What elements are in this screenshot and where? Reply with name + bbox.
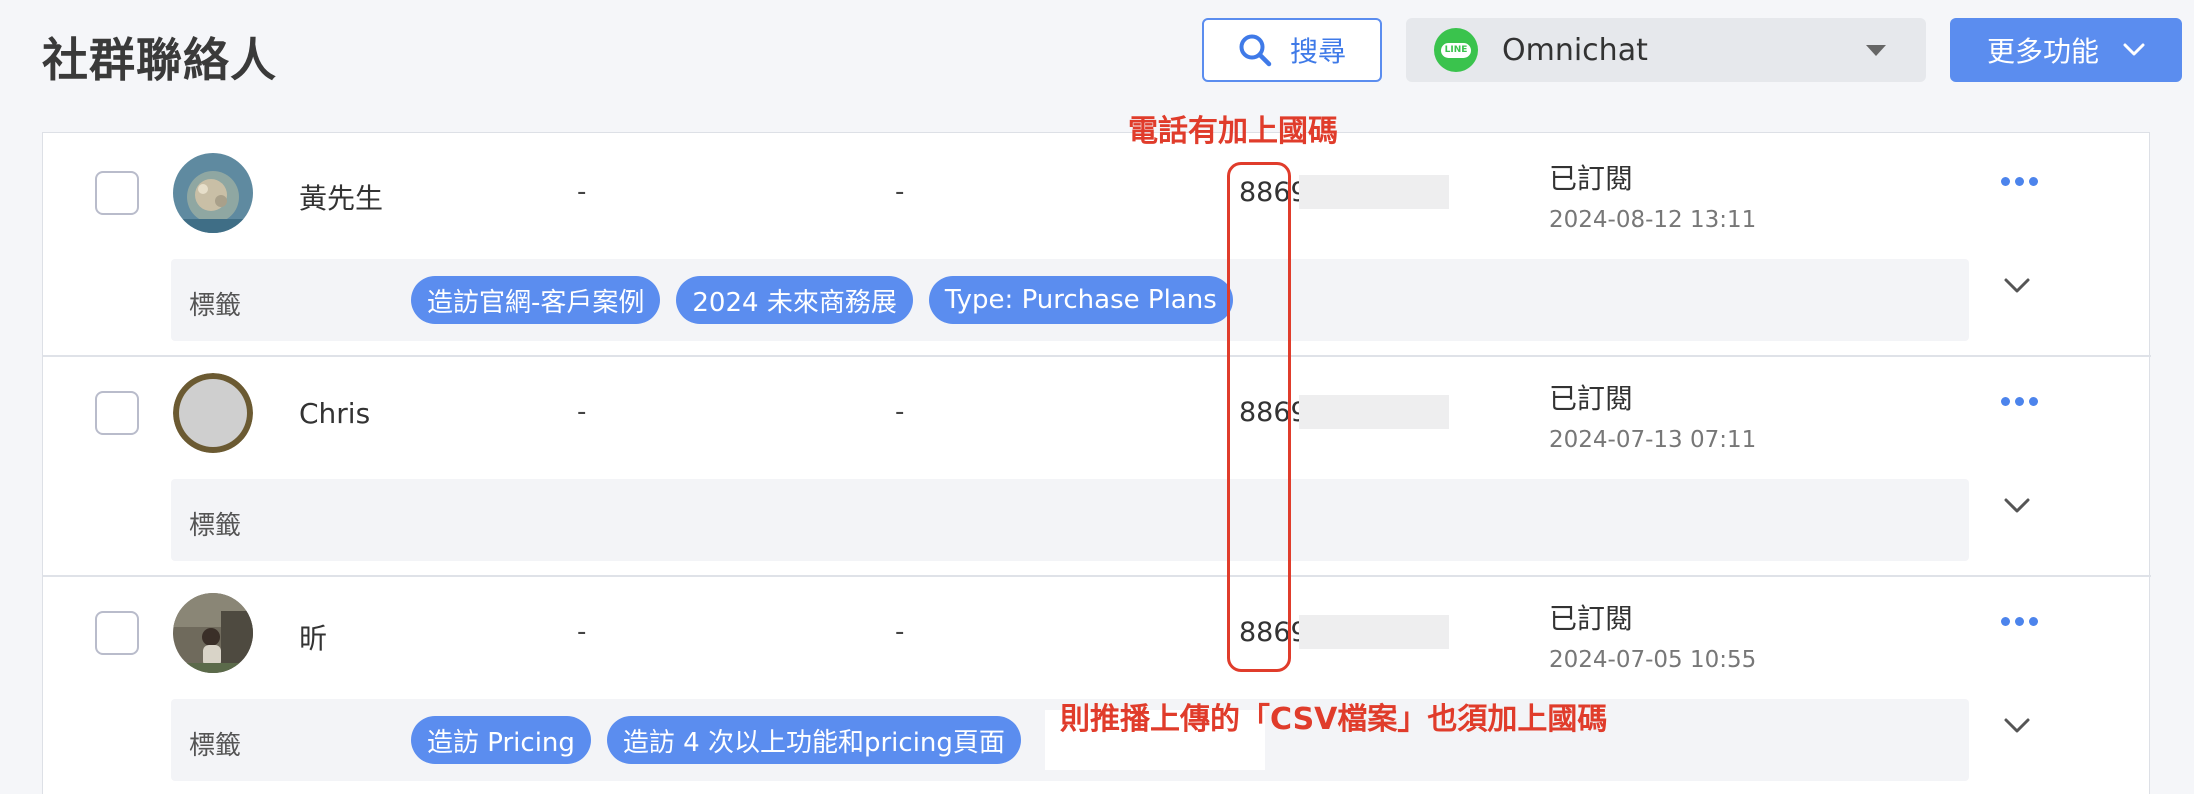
subscription-status: 已訂閱 [1549,162,1634,195]
tag-bar: 標籤 [171,479,1969,561]
search-button-label: 搜尋 [1289,35,1346,68]
page-header: 社群聯絡人 搜尋 LINE Omnichat 更多功能 [0,0,2194,110]
phone-redaction [1299,175,1449,209]
expand-chevron-icon[interactable] [2003,277,2031,295]
tag-list: 造訪官網-客戶案例 2024 未來商務展 Type: Purchase Plan… [411,276,1233,324]
contact-field-2: - [895,397,905,427]
expand-chevron-icon[interactable] [2003,497,2031,515]
subscription-date: 2024-07-05 10:55 [1549,647,1757,673]
row-checkbox[interactable] [95,611,139,655]
contact-field-1: - [577,397,587,427]
subscription-date: 2024-07-13 07:11 [1549,427,1757,453]
contact-field-2: - [895,177,905,207]
search-button[interactable]: 搜尋 [1202,18,1382,82]
subscription-status: 已訂閱 [1549,382,1634,415]
tag-bar-label: 標籤 [189,511,242,541]
more-functions-button[interactable]: 更多功能 [1950,18,2182,82]
tag-chip[interactable]: Type: Purchase Plans [928,276,1233,324]
row-checkbox[interactable] [95,171,139,215]
contact-field-1: - [577,617,587,647]
avatar [173,593,253,673]
contact-row: Chris - - 8869 1 已訂閱 2024-07-13 07:11 標籤 [43,357,2151,577]
phone-redaction [1299,395,1449,429]
tag-chip[interactable]: 造訪官網-客戶案例 [411,276,661,324]
more-options-icon[interactable] [1997,613,2042,630]
tag-chip[interactable]: 造訪 4 次以上功能和pricing頁面 [606,716,1021,764]
line-icon-text: LINE [1440,42,1472,58]
more-options-icon[interactable] [1997,393,2042,410]
tag-bar-label: 標籤 [189,731,242,761]
tag-bar: 標籤 造訪官網-客戶案例 2024 未來商務展 Type: Purchase P… [171,259,1969,341]
row-checkbox[interactable] [95,391,139,435]
contact-name: Chris [299,397,371,430]
caret-down-icon [1866,45,1886,56]
channel-select-value: Omnichat [1502,32,1648,68]
phone-prefix: 8869 [1239,397,1308,428]
contact-field-2: - [895,617,905,647]
subscription-date: 2024-08-12 13:11 [1549,207,1757,233]
contact-row: 黃先生 - - 8869 8 已訂閱 2024-08-12 13:11 標籤 造… [43,137,2151,357]
annotation-phone-note: 電話有加上國碼 [1128,114,1338,149]
avatar [173,373,253,453]
more-options-icon[interactable] [1997,173,2042,190]
avatar [173,153,253,233]
contact-field-1: - [577,177,587,207]
search-icon [1239,34,1272,67]
tag-bar-label: 標籤 [189,291,242,321]
page-title: 社群聯絡人 [42,33,277,87]
subscription-status: 已訂閱 [1549,602,1634,635]
channel-select[interactable]: LINE Omnichat [1406,18,1926,82]
tag-chip[interactable]: 2024 未來商務展 [676,276,913,324]
phone-prefix: 8869 [1239,617,1308,648]
more-functions-label: 更多功能 [1986,35,2099,68]
phone-redaction [1299,615,1449,649]
phone-prefix: 8869 [1239,177,1308,208]
line-icon: LINE [1434,28,1478,72]
chevron-down-icon [2123,43,2145,56]
expand-chevron-icon[interactable] [2003,717,2031,735]
tag-chip[interactable]: 造訪 Pricing [411,716,591,764]
contact-name: 昕 [299,622,328,655]
contact-name: 黃先生 [299,182,384,215]
contact-row: 昕 - - 8869 9 已訂閱 2024-07-05 10:55 標籤 造訪 … [43,577,2151,794]
annotation-csv-note: 則推播上傳的「CSV檔案」也須加上國碼 [1060,702,1608,737]
